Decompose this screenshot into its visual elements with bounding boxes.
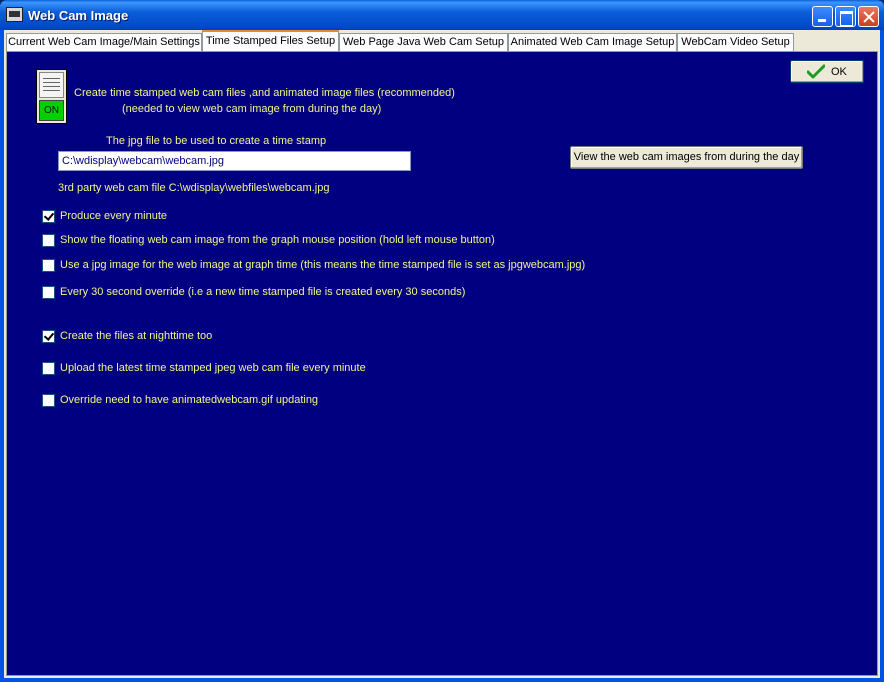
- checkbox[interactable]: [42, 286, 55, 299]
- checkbox-label: Show the floating web cam image from the…: [60, 234, 495, 246]
- window-client-area: Current Web Cam Image/Main Settings Time…: [4, 30, 880, 678]
- jpg-file-path-input[interactable]: C:\wdisplay\webcam\webcam.jpg: [58, 151, 411, 171]
- intro-text-line1: Create time stamped web cam files ,and a…: [74, 87, 455, 99]
- green-check-icon: [807, 64, 825, 79]
- enable-toggle-switch[interactable]: ON: [36, 69, 67, 124]
- ok-button[interactable]: OK: [790, 60, 864, 83]
- checkbox[interactable]: [42, 210, 55, 223]
- checkbox[interactable]: [42, 394, 55, 407]
- jpg-file-label: The jpg file to be used to create a time…: [106, 135, 327, 147]
- toggle-handle: [39, 72, 64, 98]
- window-title: Web Cam Image: [28, 8, 129, 23]
- third-party-file-text: 3rd party web cam file C:\wdisplay\webfi…: [58, 182, 330, 194]
- close-button[interactable]: [858, 6, 879, 27]
- checkbox-label: Create the files at nighttime too: [60, 330, 213, 342]
- tab-webcam-video-setup[interactable]: WebCam Video Setup: [677, 33, 794, 52]
- checkbox[interactable]: [42, 234, 55, 247]
- webcam-app-icon[interactable]: [6, 7, 23, 22]
- app-window: Web Cam Image Current Web Cam Image/Main…: [0, 0, 884, 682]
- view-day-images-button[interactable]: View the web cam images from during the …: [570, 146, 803, 169]
- ok-button-label: OK: [831, 66, 847, 78]
- tab-panel: ON Create time stamped web cam files ,an…: [6, 51, 878, 676]
- tab-current-web-cam-image[interactable]: Current Web Cam Image/Main Settings: [6, 33, 202, 52]
- checkbox[interactable]: [42, 259, 55, 272]
- maximize-button[interactable]: [835, 6, 856, 27]
- checkbox-label: Use a jpg image for the web image at gra…: [60, 259, 586, 271]
- intro-text-line2: (needed to view web cam image from durin…: [122, 103, 382, 115]
- minimize-button[interactable]: [812, 6, 833, 27]
- title-bar[interactable]: Web Cam Image: [0, 0, 884, 30]
- checkbox[interactable]: [42, 330, 55, 343]
- toggle-on-indicator: ON: [39, 100, 64, 121]
- checkbox[interactable]: [42, 362, 55, 375]
- tab-time-stamped-files-setup[interactable]: Time Stamped Files Setup: [202, 30, 339, 52]
- tab-animated-web-cam-image-setup[interactable]: Animated Web Cam Image Setup: [508, 33, 677, 52]
- checkbox-label: Produce every minute: [60, 210, 167, 222]
- checkbox-label: Upload the latest time stamped jpeg web …: [60, 362, 366, 374]
- tab-strip: Current Web Cam Image/Main Settings Time…: [4, 30, 880, 52]
- checkbox-label: Override need to have animatedwebcam.gif…: [60, 394, 319, 406]
- tab-web-page-java-web-cam-setup[interactable]: Web Page Java Web Cam Setup: [339, 33, 508, 52]
- checkbox-label: Every 30 second override (i.e a new time…: [60, 286, 466, 298]
